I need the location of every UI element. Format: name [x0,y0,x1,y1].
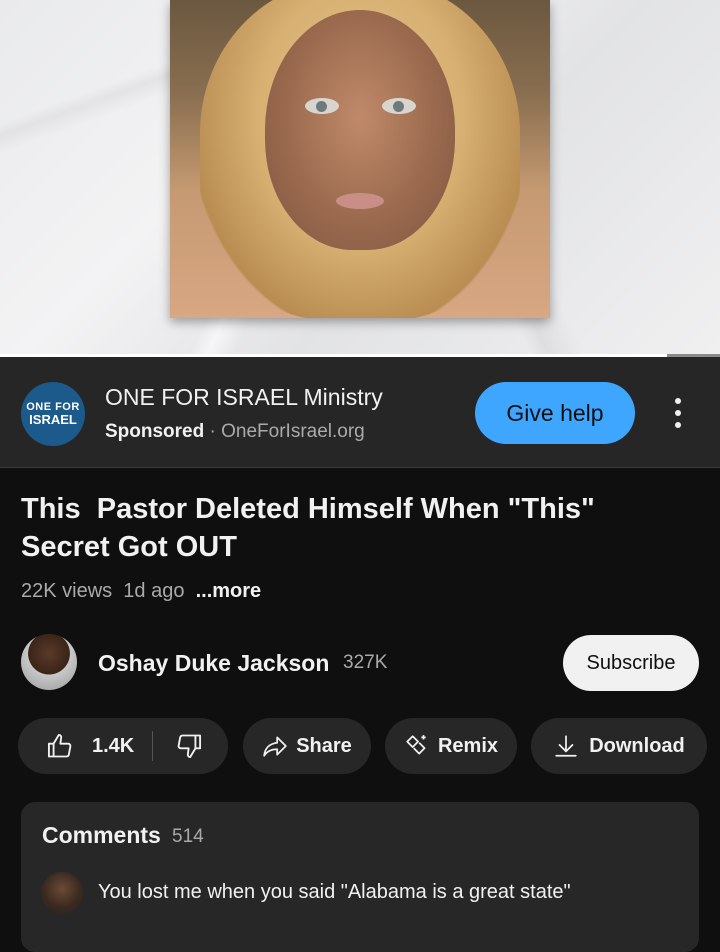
thumbs-down-icon [177,734,202,759]
thumbs-up-icon [47,733,72,758]
channel-name[interactable]: Oshay Duke Jackson [98,650,329,677]
comments-header: Comments [42,822,161,848]
video-frame-image [170,0,550,318]
ad-subline: Sponsored · OneForIsrael.org [105,421,365,443]
download-label: Download [589,734,685,757]
video-title[interactable]: This Pastor Deleted Himself When "This" … [21,490,681,566]
share-label: Share [296,734,352,757]
download-button[interactable]: Download [531,718,707,774]
more-link[interactable]: ...more [196,580,262,602]
subscriber-count: 327K [343,652,388,673]
subscribe-button[interactable]: Subscribe [563,635,699,691]
ad-domain[interactable]: OneForIsrael.org [221,421,365,442]
channel-avatar[interactable] [21,634,77,690]
upload-age: 1d ago [123,580,185,602]
view-count: 22K views [21,580,113,602]
remix-label: Remix [437,734,499,757]
like-button[interactable]: 1.4K [18,732,134,760]
dislike-button[interactable] [153,732,203,760]
share-icon [263,736,287,757]
eye-right [382,98,416,114]
remix-button[interactable]: Remix [385,718,517,774]
comments-count: 514 [172,826,204,847]
more-options-icon[interactable] [666,398,690,428]
advertiser-name[interactable]: ONE FOR ISRAEL Ministry [105,384,383,411]
lips [336,193,384,209]
download-icon [555,735,577,757]
like-dislike-bar: 1.4K [18,718,228,774]
video-player[interactable] [0,0,720,356]
commenter-avatar [41,872,83,914]
comments-panel[interactable]: Comments 514 You lost me when you said "… [21,802,699,952]
top-comment-text: You lost me when you said "Alabama is a … [98,881,571,903]
ad-separator: · [209,421,216,442]
like-count: 1.4K [92,734,135,757]
advertiser-logo[interactable]: ONE FOR ISRAEL [21,382,85,446]
face-shape [265,10,455,250]
remix-icon [406,735,426,755]
sponsored-label: Sponsored [105,421,205,442]
logo-text-2: ISRAEL [29,412,77,427]
video-meta[interactable]: 22K views 1d ago ...more [21,580,261,603]
give-help-button[interactable]: Give help [475,382,635,444]
sponsored-ad[interactable]: ONE FOR ISRAEL ONE FOR ISRAEL Ministry S… [0,357,720,468]
eye-left [305,98,339,114]
share-button[interactable]: Share [243,718,371,774]
